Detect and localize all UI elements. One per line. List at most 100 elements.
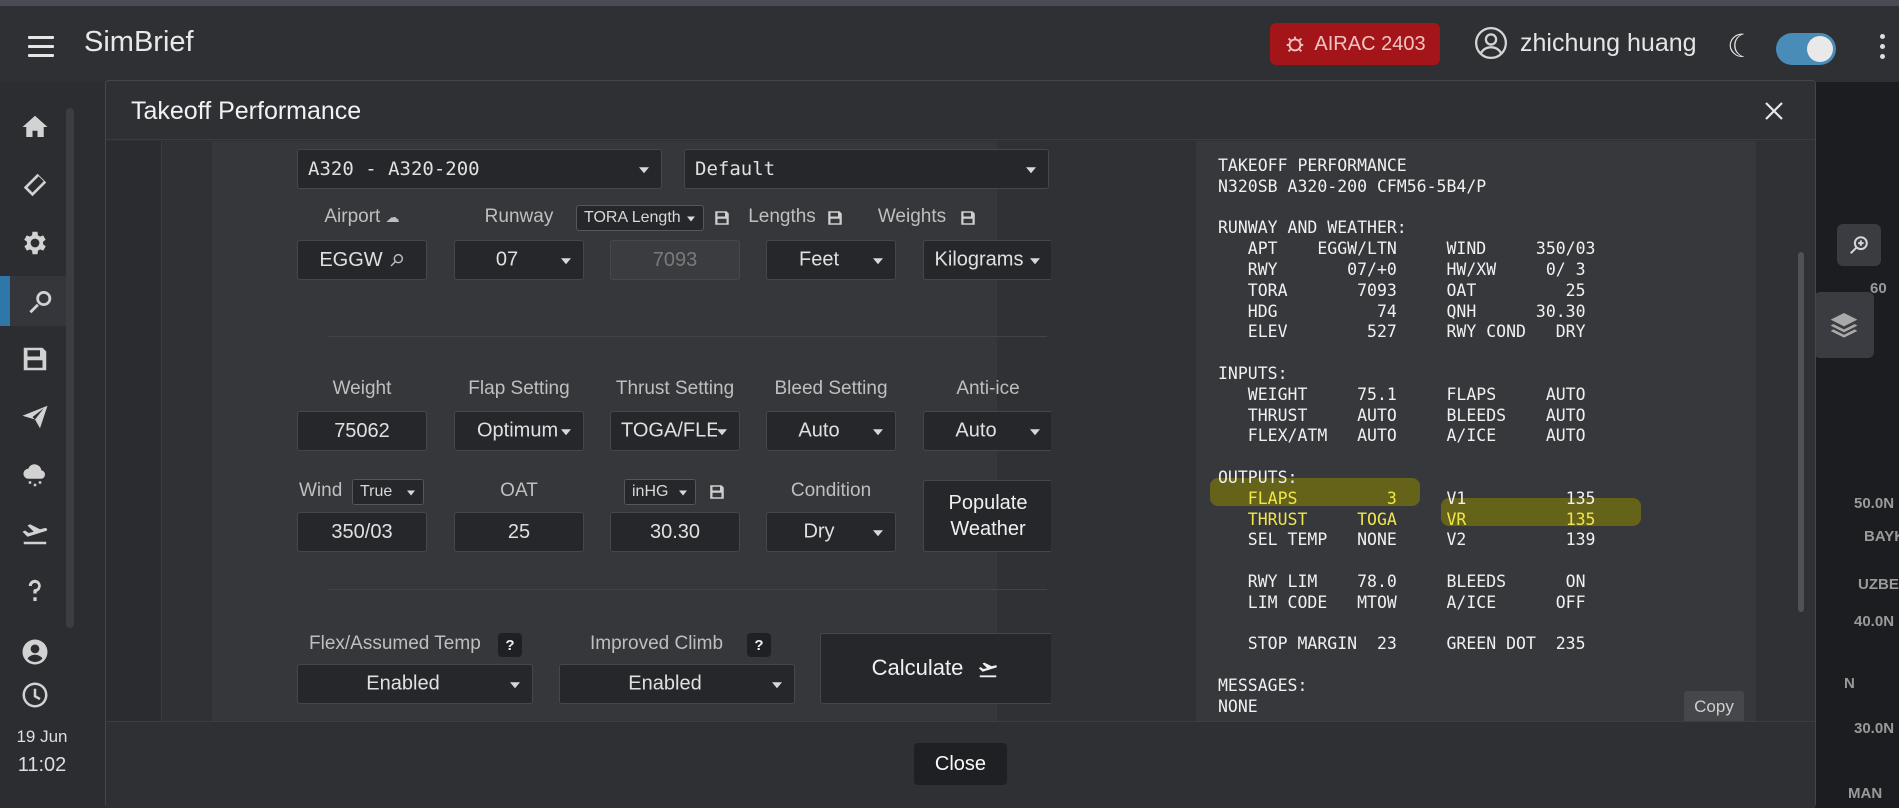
sidebar-item-help[interactable] [0,566,70,616]
lengths-unit-select[interactable]: Feet [766,240,896,280]
map-zoom-button[interactable] [1837,224,1881,266]
calculate-label: Calculate [871,655,964,681]
map-label: N [1844,675,1855,692]
airport-input[interactable]: EGGW [297,240,427,280]
plane-takeoff-icon [22,524,48,545]
top-bar: SimBrief AIRAC 2403 zhichung huang ☾ [0,0,1899,82]
input-panel: A320 - A320-200 Default Airport ☁ Runway… [161,141,1053,721]
airac-label: AIRAC 2403 [1314,32,1426,55]
chevron-down-icon [717,429,727,436]
layers-icon [1830,313,1858,338]
flex-select[interactable]: Enabled [297,664,533,704]
sidebar-item-saved[interactable] [0,334,70,384]
aircraft-select[interactable]: A320 - A320-200 [297,149,662,189]
sidebar-item-weather[interactable] [0,450,70,500]
output-line: INPUTS: [1218,363,1288,383]
populate-weather-button[interactable]: Populate Weather [923,480,1053,552]
climb-select[interactable]: Enabled [559,664,795,704]
antiice-label: Anti-ice [956,378,1020,399]
dark-mode-toggle[interactable] [1776,33,1836,65]
save-icon[interactable] [826,209,844,227]
condition-value: Dry [803,520,835,543]
qnh-unit-select[interactable]: inHG [624,479,696,505]
brand-title[interactable]: SimBrief [84,26,194,59]
wind-value: 350/03 [331,520,393,543]
flap-select[interactable]: Optimum [454,411,584,451]
map-label: 40.0N [1854,613,1895,630]
weight-value: 75062 [334,419,390,442]
airport-label: Airport ☁ [297,206,427,228]
map-label: MAN [1848,785,1883,802]
profile-select[interactable]: Default [684,149,1049,189]
runway-label: Runway [484,206,554,227]
modal-title: Takeoff Performance [131,97,362,125]
sidebar-item-search[interactable] [0,276,70,326]
sidebar-scrollbar[interactable] [66,108,74,628]
runway-value: 07 [495,248,519,271]
wind-reference-select[interactable]: True [352,479,424,505]
output-line: FLEX/ATM AUTO A/ICE AUTO [1218,426,1586,446]
sidebar-item-home[interactable] [0,102,70,152]
ticket-icon [23,173,47,197]
calculate-button[interactable]: Calculate [820,633,1053,704]
map-label: 30.0N [1854,720,1895,737]
weight-input[interactable]: 75062 [297,411,427,451]
thrust-label: Thrust Setting [615,378,735,399]
oat-input[interactable]: 25 [454,512,584,552]
qnh-input[interactable]: 30.30 [610,512,740,552]
sidebar-item-departure[interactable] [0,508,70,558]
save-icon[interactable] [708,483,726,501]
antiice-select[interactable]: Auto [923,411,1053,451]
output-line: THRUST AUTO BLEEDS AUTO [1218,405,1586,425]
profile-value: Default [695,158,776,180]
weather-icon: ☁ [385,209,400,225]
sidebar-item-dispatch[interactable] [0,160,70,210]
output-line: RUNWAY AND WEATHER: [1218,218,1407,238]
chevron-down-icon [687,216,695,222]
condition-select[interactable]: Dry [766,512,896,552]
weights-unit-value: Kilograms [934,248,1024,271]
sidebar-item-send[interactable] [0,392,70,442]
more-options-icon[interactable] [1880,34,1886,62]
modal-scrollbar[interactable] [1798,252,1804,612]
climb-help-button[interactable]: ? [747,633,771,657]
vr-output: VR 135 [1396,509,1596,529]
bleed-select[interactable]: Auto [766,411,896,451]
tora-mode-select[interactable]: TORA Length [576,205,704,231]
thrust-select[interactable]: TOGA/FLEX [610,411,740,451]
wind-input[interactable]: 350/03 [297,512,427,552]
flex-help-button[interactable]: ? [498,633,522,657]
aircraft-value: A320 - A320-200 [308,158,480,180]
home-icon [22,115,48,137]
hamburger-menu-icon[interactable] [28,36,54,57]
user-menu[interactable]: zhichung huang [1474,26,1697,60]
close-icon[interactable] [1762,99,1786,123]
output-lines: TAKEOFF PERFORMANCE N320SB A320-200 CFM56… [1218,156,1596,489]
close-button[interactable]: Close [914,743,1007,785]
output-line: RWY 07/+0 HW/XW 0/ 3 [1218,259,1586,279]
airac-badge[interactable]: AIRAC 2403 [1270,23,1440,65]
app: SimBrief AIRAC 2403 zhichung huang ☾ 19 … [0,0,1899,808]
output-line: TAKEOFF PERFORMANCE [1218,156,1407,175]
thrust-output: THRUST TOGA [1218,509,1397,529]
map-label: UZBE [1858,576,1899,593]
background-map: 60 50.0N BAYK UZBE 40.0N N 30.0N MAN [1814,82,1899,808]
copy-button[interactable]: Copy [1684,691,1744,721]
save-disk-icon [23,347,47,371]
wind-reference-value: True [360,483,393,500]
sidebar-item-clock[interactable] [0,670,70,720]
flap-label: Flap Setting [468,378,570,399]
thrust-value: TOGA/FLEX [621,419,717,442]
search-icon [29,291,52,314]
sidebar-item-settings[interactable] [0,218,70,268]
tora-length-input: 7093 [610,240,740,280]
weights-unit-select[interactable]: Kilograms [923,240,1053,280]
cloud-rain-icon [23,464,45,487]
map-layers-button[interactable] [1814,292,1874,358]
flex-value: Enabled [366,672,440,695]
save-icon[interactable] [713,209,731,227]
runway-select[interactable]: 07 [454,240,584,280]
save-icon[interactable] [959,209,977,227]
